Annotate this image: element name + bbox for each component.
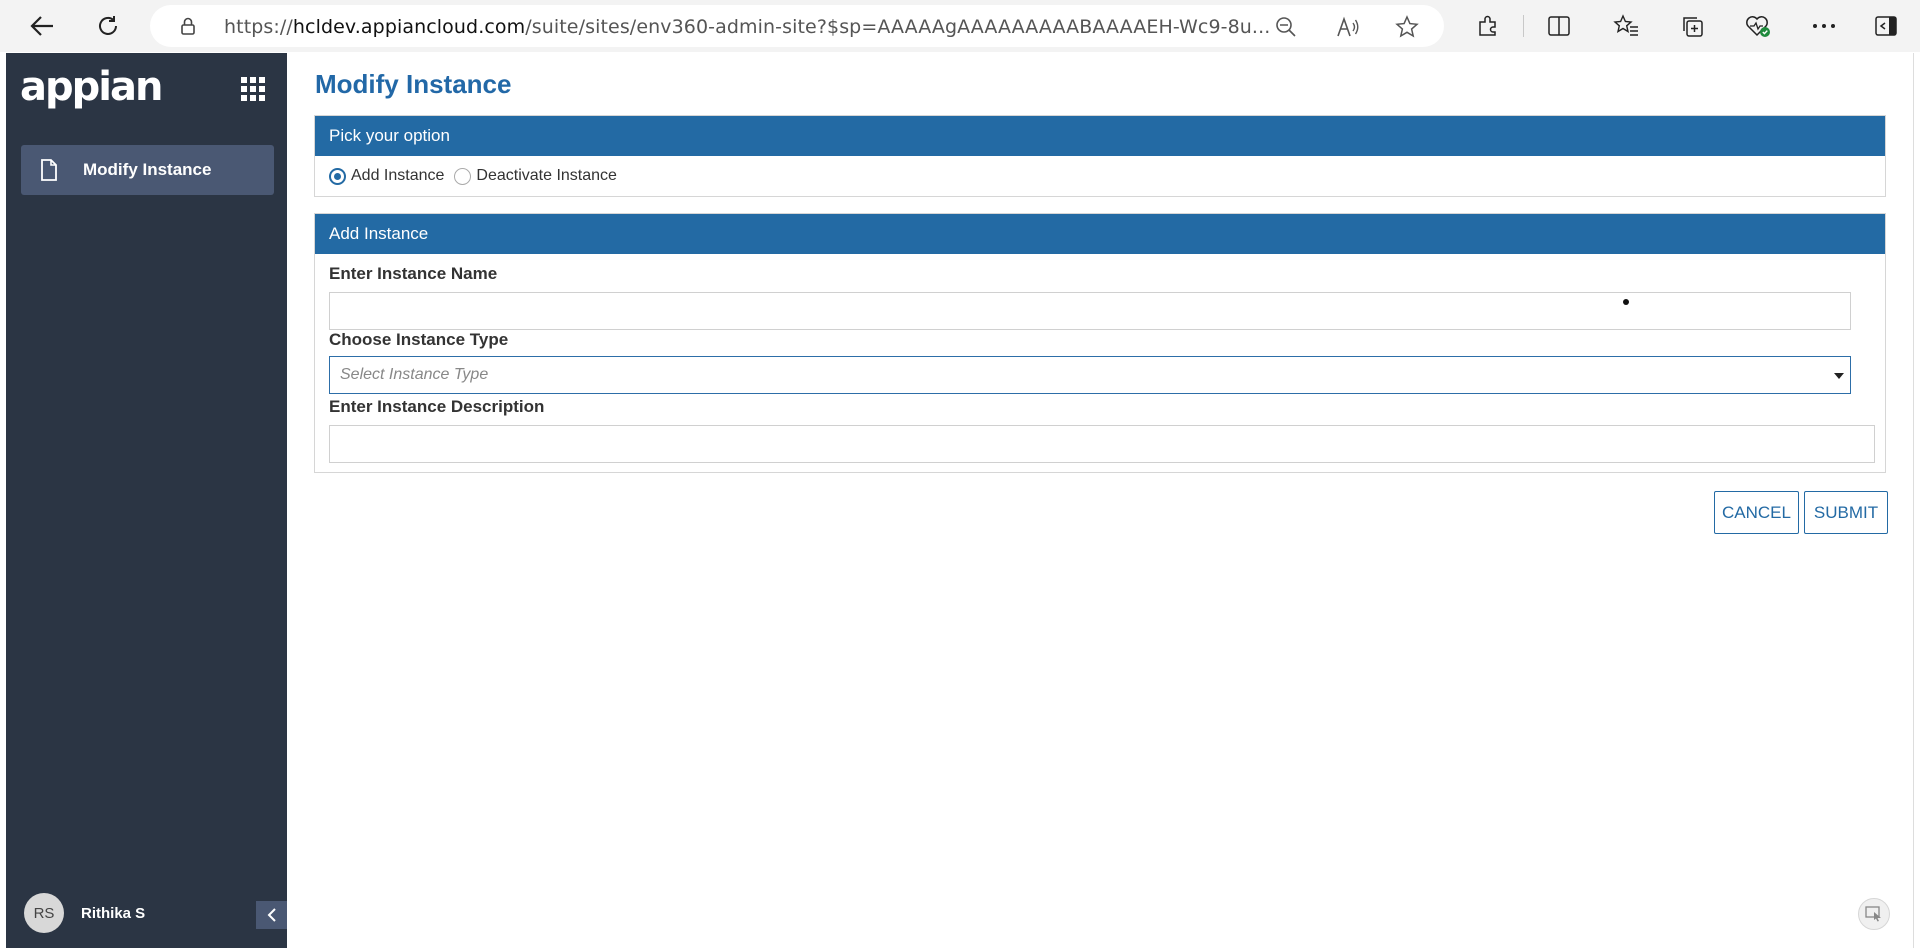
radio-label: Deactivate Instance xyxy=(476,167,617,184)
cancel-button[interactable]: CANCEL xyxy=(1714,491,1799,534)
extensions-icon[interactable] xyxy=(1474,12,1502,40)
refresh-icon[interactable] xyxy=(90,8,126,44)
radio-unselected-icon[interactable] xyxy=(454,167,472,185)
instance-name-label: Enter Instance Name xyxy=(329,264,498,283)
page-title: Modify Instance xyxy=(315,69,512,99)
collections-icon[interactable] xyxy=(1678,12,1706,40)
avatar[interactable]: RS xyxy=(24,893,64,933)
radio-label: Add Instance xyxy=(351,167,445,184)
appian-logo[interactable]: appian xyxy=(20,63,163,111)
option-card: Pick your option Add Instance Deactivate… xyxy=(314,115,1886,197)
browser-toolbar: https://hcldev.appiancloud.com/suite/sit… xyxy=(0,0,1920,52)
user-profile[interactable]: RS Rithika S xyxy=(24,893,145,933)
browser-essentials-icon[interactable] xyxy=(1744,12,1772,40)
option-radio-group: Add Instance Deactivate Instance xyxy=(315,156,1885,196)
url-prefix: https:// xyxy=(224,16,293,38)
instance-type-label: Choose Instance Type xyxy=(329,330,509,349)
user-name[interactable]: Rithika S xyxy=(81,905,145,922)
instance-description-input[interactable] xyxy=(329,425,1875,463)
favorites-icon[interactable] xyxy=(1612,12,1640,40)
dropdown-caret-icon xyxy=(1834,373,1844,379)
url-host: hcldev.appiancloud.com xyxy=(292,16,526,38)
add-instance-card: Add Instance Enter Instance Name Choose … xyxy=(314,213,1886,473)
back-icon[interactable] xyxy=(24,8,60,44)
read-aloud-icon[interactable] xyxy=(1336,15,1360,39)
chevron-left-icon xyxy=(267,908,276,922)
lock-icon[interactable] xyxy=(178,16,198,36)
url-text[interactable]: https://hcldev.appiancloud.com/suite/sit… xyxy=(224,16,1270,38)
option-card-header: Pick your option xyxy=(315,116,1885,156)
main-content: Modify Instance Pick your option Add Ins… xyxy=(287,53,1914,948)
more-options-icon[interactable] xyxy=(1810,12,1838,40)
app-frame: appian Modify Instance RS Rithika S Modi… xyxy=(6,53,1914,948)
url-path: /suite/sites/env360-admin-site?$sp=AAAAA… xyxy=(525,16,1271,38)
zoom-out-icon[interactable] xyxy=(1274,15,1298,39)
feedback-icon[interactable] xyxy=(1858,898,1890,930)
submit-button[interactable]: SUBMIT xyxy=(1804,491,1888,534)
mouse-cursor xyxy=(1623,299,1629,305)
radio-deactivate-instance[interactable]: Deactivate Instance xyxy=(454,167,617,185)
sidebar: appian Modify Instance RS Rithika S xyxy=(6,53,287,948)
sidebar-toggle-icon[interactable] xyxy=(1872,12,1900,40)
toolbar-divider xyxy=(1523,15,1524,37)
favorite-star-icon[interactable] xyxy=(1395,15,1419,39)
split-screen-icon[interactable] xyxy=(1545,12,1573,40)
sidebar-item-label: Modify Instance xyxy=(83,160,212,179)
add-instance-header: Add Instance xyxy=(315,214,1885,254)
app-launcher-icon[interactable] xyxy=(241,77,265,101)
radio-selected-icon[interactable] xyxy=(329,167,346,185)
instance-type-placeholder: Select Instance Type xyxy=(340,366,489,383)
radio-add-instance[interactable]: Add Instance xyxy=(329,167,444,185)
instance-type-dropdown[interactable]: Select Instance Type xyxy=(329,356,1851,394)
address-bar[interactable]: https://hcldev.appiancloud.com/suite/sit… xyxy=(150,5,1444,47)
sidebar-item-modify-instance[interactable]: Modify Instance xyxy=(21,145,274,195)
document-icon xyxy=(41,159,57,181)
collapse-sidebar-button[interactable] xyxy=(256,901,287,929)
instance-name-input[interactable] xyxy=(329,292,1851,330)
instance-description-label: Enter Instance Description xyxy=(329,397,545,416)
